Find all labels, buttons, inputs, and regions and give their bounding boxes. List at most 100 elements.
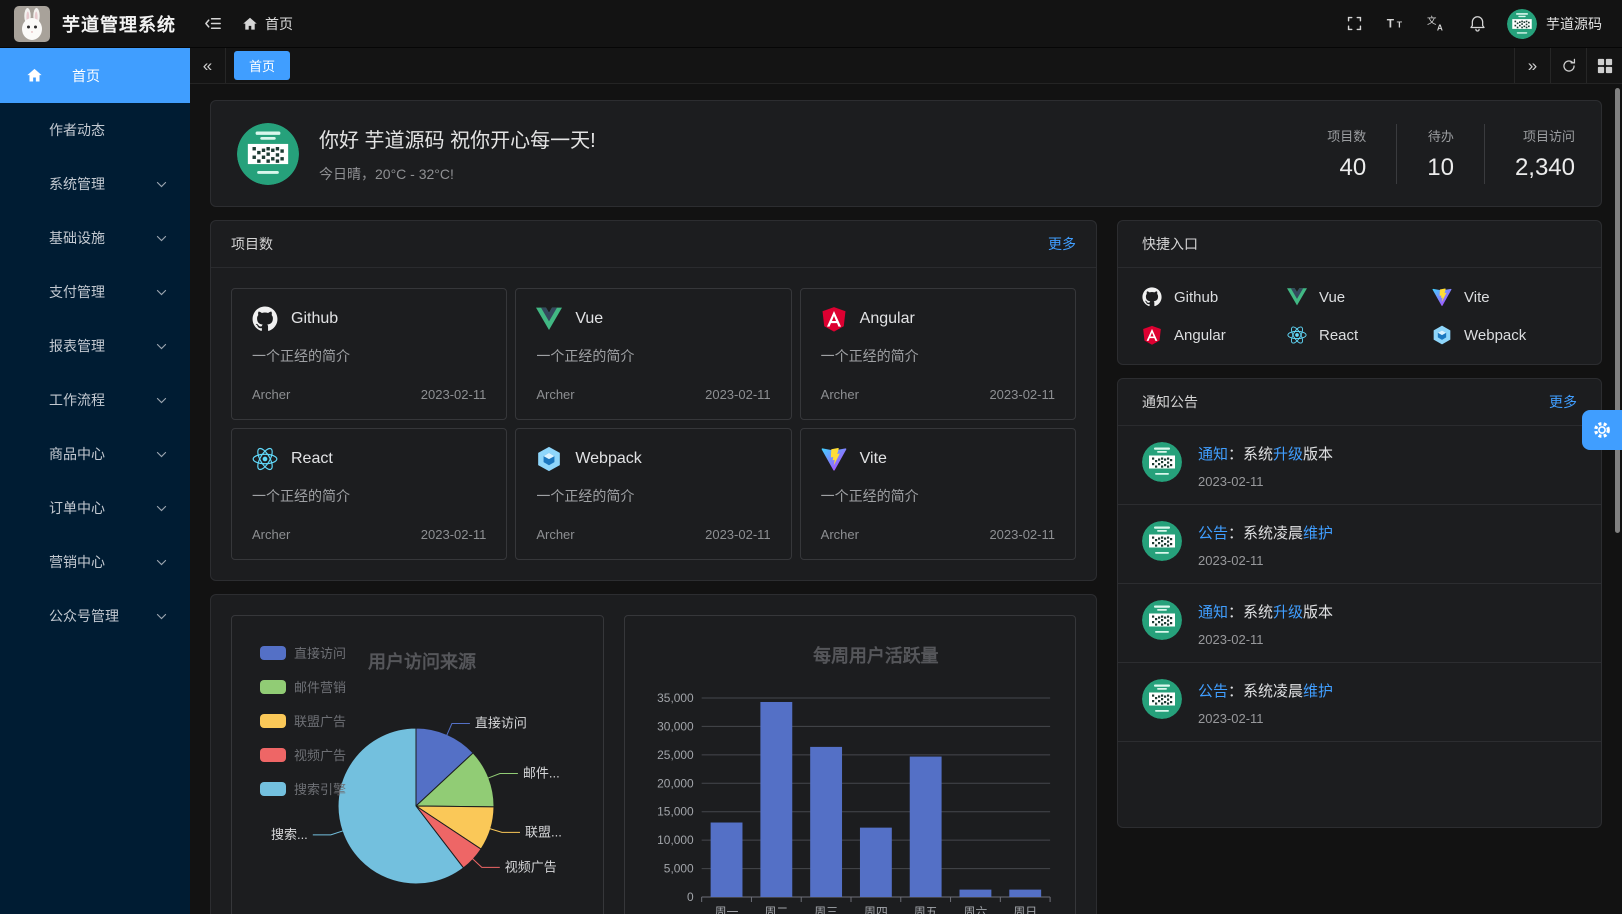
shortcut-item[interactable]: Github (1142, 287, 1287, 307)
stat-label: 待办 (1427, 126, 1454, 145)
notice-title: 公告：系统凌晨维护 (1198, 680, 1333, 701)
svg-text:周三: 周三 (814, 905, 838, 914)
chevron-down-icon (155, 610, 168, 623)
sidebar-item-label: 系统管理 (49, 174, 105, 194)
github-icon (252, 306, 278, 332)
svg-text:搜索...: 搜索... (271, 827, 308, 842)
svg-text:35,000: 35,000 (657, 691, 694, 705)
project-tile[interactable]: Angular 一个正经的简介 Archer 2023-02-11 (800, 288, 1076, 420)
sidebar-item[interactable]: 工作流程 (0, 373, 190, 427)
vue-icon (536, 306, 562, 332)
angular-icon (821, 306, 847, 332)
vue-icon (1287, 287, 1307, 307)
project-date: 2023-02-11 (421, 527, 487, 542)
sidebar-item[interactable]: 营销中心 (0, 535, 190, 589)
sidebar-item-label: 工作流程 (49, 390, 105, 410)
tab-home[interactable]: 首页 (234, 51, 290, 80)
user-avatar (1507, 9, 1537, 39)
github-icon (1142, 287, 1162, 307)
shortcut-item[interactable]: Vite (1432, 287, 1577, 307)
project-date: 2023-02-11 (421, 387, 487, 402)
notice-date: 2023-02-11 (1198, 474, 1333, 489)
breadcrumb[interactable]: 首页 (242, 14, 293, 34)
refresh-icon[interactable] (1550, 48, 1586, 83)
app-title: 芋道管理系统 (62, 11, 176, 37)
svg-text:文: 文 (1427, 15, 1437, 27)
project-author: Archer (536, 527, 574, 542)
project-tile[interactable]: React 一个正经的简介 Archer 2023-02-11 (231, 428, 507, 560)
bar-chart[interactable]: 05,00010,00015,00020,00025,00030,00035,0… (624, 615, 1076, 914)
project-tile[interactable]: Github 一个正经的简介 Archer 2023-02-11 (231, 288, 507, 420)
tabs-scroll-left-icon[interactable]: « (190, 48, 226, 83)
project-name: Vue (575, 310, 603, 328)
project-name: Vite (860, 450, 887, 468)
sidebar-item[interactable]: 首页 (0, 48, 190, 103)
menu-fold-icon[interactable] (202, 13, 224, 35)
shortcut-label: Github (1174, 289, 1218, 306)
pie-chart[interactable]: 直接访问邮件...联盟...视频广告搜索...直接访问邮件营销联盟广告视频广告搜… (231, 615, 604, 914)
shortcut-item[interactable]: Webpack (1432, 325, 1577, 345)
notice-item[interactable]: 公告：系统凌晨维护 2023-02-11 (1118, 505, 1601, 584)
chevron-down-icon (155, 340, 168, 353)
projects-card: 项目数 更多 Github (210, 220, 1097, 581)
svg-text:用户访问来源: 用户访问来源 (368, 651, 476, 672)
project-name: Webpack (575, 450, 641, 468)
svg-text:周日: 周日 (1013, 905, 1037, 914)
bell-icon[interactable] (1466, 13, 1488, 35)
project-author: Archer (252, 387, 290, 402)
project-desc: 一个正经的简介 (821, 486, 1055, 506)
svg-text:30,000: 30,000 (657, 719, 694, 733)
welcome-greeting: 你好 芋道源码 祝你开心每一天! (319, 124, 596, 153)
tabs-scroll-right-icon[interactable]: » (1514, 48, 1550, 83)
user-menu[interactable]: 芋道源码 (1507, 9, 1602, 39)
project-desc: 一个正经的简介 (252, 486, 486, 506)
sidebar-item[interactable]: 支付管理 (0, 265, 190, 319)
svg-text:联盟...: 联盟... (525, 824, 562, 839)
vertical-scrollbar[interactable] (1615, 88, 1620, 533)
svg-text:T: T (1386, 16, 1394, 30)
shortcut-label: Webpack (1464, 327, 1526, 344)
sidebar-item[interactable]: 订单中心 (0, 481, 190, 535)
svg-text:搜索引擎: 搜索引擎 (294, 782, 346, 797)
sidebar-item[interactable]: 系统管理 (0, 157, 190, 211)
qr-icon (1142, 600, 1182, 640)
fullscreen-icon[interactable] (1343, 13, 1365, 35)
notice-item[interactable]: 通知：系统升级版本 2023-02-11 (1118, 426, 1601, 505)
welcome-weather: 今日晴，20°C - 32°C! (319, 164, 596, 184)
project-tile[interactable]: Vite 一个正经的简介 Archer 2023-02-11 (800, 428, 1076, 560)
sidebar-item[interactable]: 公众号管理 (0, 589, 190, 643)
sidebar-item[interactable]: 商品中心 (0, 427, 190, 481)
stat-value: 10 (1427, 154, 1454, 182)
project-name: Github (291, 310, 338, 328)
charts-card: 直接访问邮件...联盟...视频广告搜索...直接访问邮件营销联盟广告视频广告搜… (210, 594, 1097, 914)
angular-icon (1142, 325, 1162, 345)
user-name: 芋道源码 (1546, 14, 1602, 34)
sidebar-item-label: 基础设施 (49, 228, 105, 248)
projects-grid: Github 一个正经的简介 Archer 2023-02-11 (211, 268, 1096, 580)
notices-more-link[interactable]: 更多 (1549, 392, 1577, 412)
locale-icon[interactable]: 文A (1425, 13, 1447, 35)
topbar-actions: TT 文A (1343, 13, 1488, 35)
projects-more-link[interactable]: 更多 (1048, 234, 1076, 254)
chevron-down-icon (155, 178, 168, 191)
sidebar-item[interactable]: 作者动态 (0, 103, 190, 157)
notice-item[interactable]: 公告：系统凌晨维护 2023-02-11 (1118, 663, 1601, 742)
sidebar-item[interactable]: 基础设施 (0, 211, 190, 265)
notice-item[interactable]: 通知：系统升级版本 2023-02-11 (1118, 584, 1601, 663)
font-size-icon[interactable]: TT (1384, 13, 1406, 35)
project-tile[interactable]: Vue 一个正经的简介 Archer 2023-02-11 (515, 288, 791, 420)
qr-icon (1142, 679, 1182, 719)
sidebar-item[interactable]: 报表管理 (0, 319, 190, 373)
svg-text:邮件营销: 邮件营销 (294, 680, 346, 695)
project-tile[interactable]: Webpack 一个正经的简介 Archer 2023-02-11 (515, 428, 791, 560)
project-name: Angular (860, 310, 915, 328)
sidebar-item-label: 报表管理 (49, 336, 105, 356)
shortcut-item[interactable]: React (1287, 325, 1432, 345)
shortcut-item[interactable]: Angular (1142, 325, 1287, 345)
theme-settings-button[interactable] (1582, 410, 1622, 450)
views-grid-icon[interactable] (1586, 48, 1622, 83)
project-desc: 一个正经的简介 (252, 346, 486, 366)
svg-text:A: A (1436, 23, 1442, 33)
react-icon (1287, 325, 1307, 345)
shortcut-item[interactable]: Vue (1287, 287, 1432, 307)
